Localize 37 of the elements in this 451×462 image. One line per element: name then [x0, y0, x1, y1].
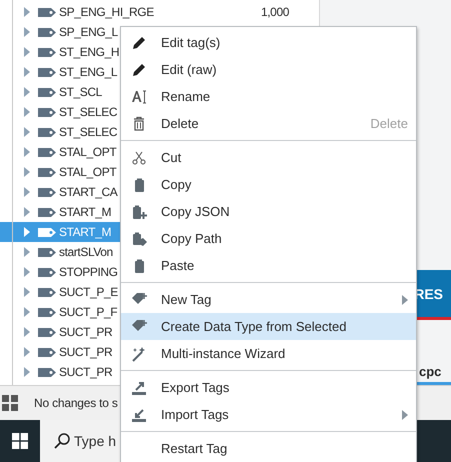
menu-label: Restart Tag — [161, 441, 228, 456]
tag-name: STAL_OPT — [59, 165, 116, 179]
tag-name: SP_ENG_HI_RGE — [59, 5, 154, 19]
tag-name: SP_ENG_L — [59, 25, 118, 39]
menu-label: Edit tag(s) — [161, 35, 220, 50]
menu-label: Rename — [161, 89, 210, 104]
menu-label: Copy Path — [161, 231, 222, 246]
tag-name: START_M — [59, 205, 112, 219]
status-text: No changes to s — [34, 396, 118, 410]
tag-name: ST_ENG_L — [59, 65, 118, 79]
shortcut-text: Delete — [370, 116, 408, 131]
tag-name: ST_SCL — [59, 85, 102, 99]
tag-name: START_M — [59, 225, 112, 239]
menu-label: Copy — [161, 177, 192, 192]
tag-name: ST_SELEC — [59, 125, 118, 139]
tag-name: SUCT_P_E — [59, 285, 118, 299]
menu-label: Export Tags — [161, 380, 230, 395]
tag-name: ST_SELEC — [59, 105, 118, 119]
menu-label: New Tag — [161, 292, 212, 307]
menu-label: Create Data Type from Selected — [161, 319, 346, 334]
tag-name: SUCT_PR — [59, 365, 112, 379]
tag-name: STAL_OPT — [59, 145, 116, 159]
menu-label: Cut — [161, 150, 182, 165]
menu-label: Paste — [161, 258, 194, 273]
tag-name: STOPPING — [59, 265, 118, 279]
tag-value: 1,000 — [260, 5, 290, 19]
menu-label: Edit (raw) — [161, 62, 217, 77]
menu-label: Import Tags — [161, 407, 229, 422]
tag-name: SUCT_PR — [59, 325, 112, 339]
tag-name: START_CA — [59, 185, 118, 199]
tag-name: SUCT_P_F — [59, 305, 118, 319]
menu-label: Copy JSON — [161, 204, 230, 219]
menu-label: Delete — [161, 116, 199, 131]
tag-name: SUCT_PR — [59, 345, 112, 359]
menu-label: Multi-instance Wizard — [161, 346, 286, 361]
tag-name: ST_ENG_H — [59, 45, 120, 59]
tag-name: startSLVon — [59, 245, 113, 259]
